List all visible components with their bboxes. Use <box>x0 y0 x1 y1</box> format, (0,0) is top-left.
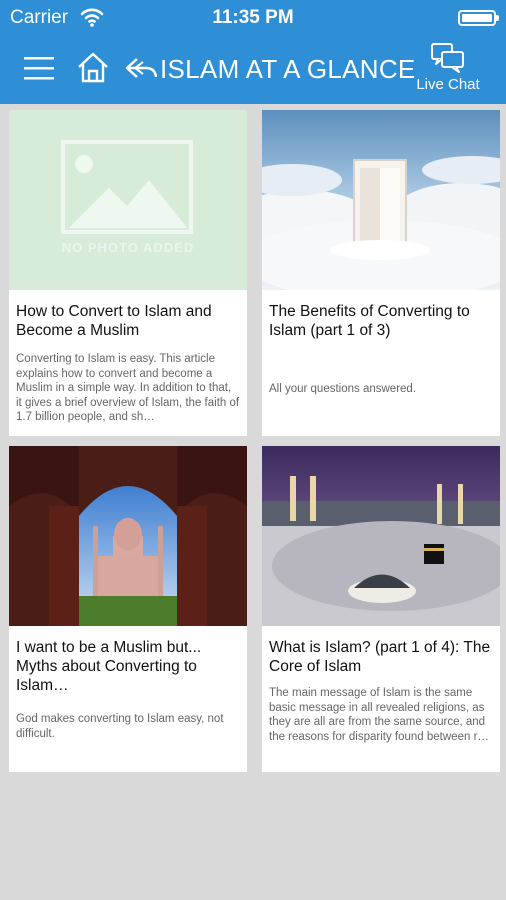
article-card[interactable]: NO PHOTO ADDED How to Convert to Islam a… <box>9 110 247 436</box>
chat-bubbles-icon <box>431 43 464 73</box>
article-title: How to Convert to Islam and Become a Mus… <box>16 303 212 339</box>
article-description: The main message of Islam is the same ba… <box>269 687 489 743</box>
live-chat-button[interactable]: Live Chat <box>412 42 484 98</box>
article-image-kaaba <box>262 446 500 626</box>
article-description: God makes converting to Islam easy, not … <box>16 713 224 740</box>
article-title: What is Islam? (part 1 of 4): The Core o… <box>269 639 491 675</box>
clock: 11:35 PM <box>212 7 294 28</box>
article-title: I want to be a Muslim but... Myths about… <box>16 639 202 694</box>
page-title: ISLAM AT A GLANCE <box>160 54 416 84</box>
article-image-placeholder: NO PHOTO ADDED <box>9 110 247 290</box>
no-photo-label: NO PHOTO ADDED <box>61 240 195 255</box>
article-image-mosque-arch <box>9 446 247 626</box>
app-header: Carrier 11:35 PM ISLAM AT A GLANCE Live … <box>0 0 506 104</box>
article-description: All your questions answered. <box>269 383 417 395</box>
article-image-clouds-door <box>262 110 500 290</box>
article-card[interactable]: I want to be a Muslim but... Myths about… <box>9 446 247 772</box>
battery-icon <box>458 10 499 26</box>
article-card[interactable]: The Benefits of Converting to Islam (par… <box>262 110 500 436</box>
article-description: Converting to Islam is easy. This articl… <box>16 353 240 423</box>
status-bar: Carrier 11:35 PM <box>0 0 506 36</box>
live-chat-label: Live Chat <box>416 76 480 93</box>
image-placeholder-icon <box>61 140 193 234</box>
hamburger-icon[interactable] <box>22 54 56 82</box>
nav-bar: ISLAM AT A GLANCE Live Chat <box>0 36 506 104</box>
back-arrow-icon[interactable] <box>124 56 158 82</box>
article-title: The Benefits of Converting to Islam (par… <box>269 303 470 339</box>
home-icon[interactable] <box>76 50 110 84</box>
article-card[interactable]: What is Islam? (part 1 of 4): The Core o… <box>262 446 500 772</box>
